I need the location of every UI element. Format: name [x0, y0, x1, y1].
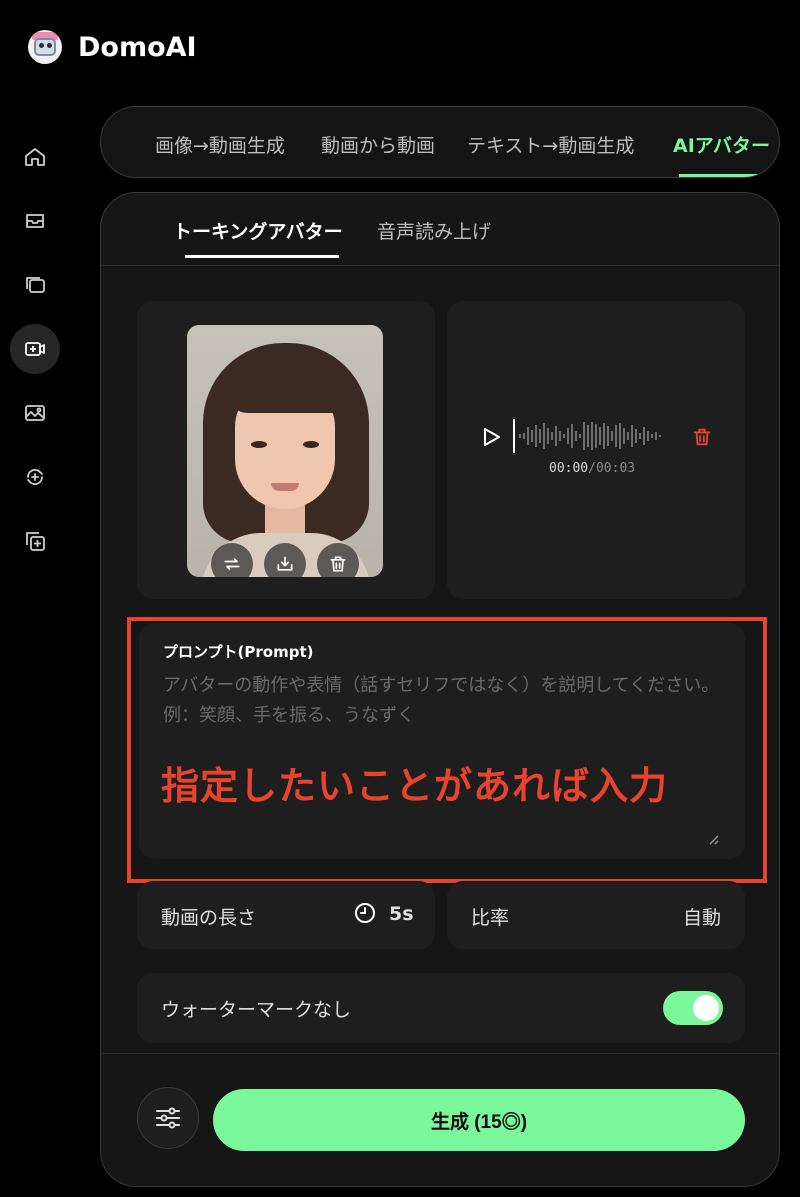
- audio-card: 00:00/00:03: [447, 301, 745, 599]
- ratio-value: 自動: [683, 907, 722, 929]
- avatar-panel: トーキングアバター 音声読み上げ 00:00/00:03 プロンプト(Promp…: [100, 192, 780, 1187]
- inbox-icon: [26, 214, 44, 228]
- active-tab-indicator: [679, 174, 763, 177]
- annotation-highlight-box: [127, 617, 767, 883]
- divider: [101, 1053, 779, 1054]
- image-icon: [25, 405, 45, 421]
- duration-label: 動画の長さ: [161, 907, 257, 929]
- subtab-voice-reading[interactable]: 音声読み上げ: [377, 217, 491, 244]
- home-icon: [25, 148, 45, 166]
- watermark-toggle[interactable]: [663, 991, 723, 1025]
- tab-text-to-video[interactable]: テキスト→動画生成: [467, 131, 634, 158]
- divider: [101, 265, 779, 266]
- sidebar-item-inbox[interactable]: [10, 196, 60, 246]
- audio-time: 00:00/00:03: [549, 461, 635, 476]
- ratio-setting[interactable]: 比率 自動: [447, 881, 745, 949]
- play-icon[interactable]: [479, 425, 503, 449]
- tab-image-to-video[interactable]: 画像→動画生成: [155, 131, 285, 158]
- toggle-knob: [693, 995, 719, 1021]
- generate-button[interactable]: 生成 (15◎): [213, 1089, 745, 1151]
- app-title[interactable]: DomoAI: [78, 32, 197, 63]
- advanced-settings-button[interactable]: [137, 1087, 199, 1149]
- layers-plus-icon: [26, 532, 45, 551]
- gallery-icon: [26, 277, 45, 293]
- app-header: DomoAI: [0, 0, 800, 100]
- watermark-setting: ウォーターマークなし: [137, 973, 745, 1043]
- sidebar-item-image[interactable]: [10, 388, 60, 438]
- sidebar-item-gallery[interactable]: [10, 260, 60, 310]
- trash-icon: [330, 556, 346, 572]
- watermark-label: ウォーターマークなし: [161, 999, 352, 1021]
- avatar-image-card: [137, 301, 435, 599]
- tab-ai-avatar[interactable]: AIアバター: [673, 131, 770, 158]
- refresh-sparkle-icon: [27, 469, 43, 485]
- delete-image-button[interactable]: [317, 543, 359, 577]
- video-avatar-icon: [25, 342, 45, 356]
- swap-icon: [224, 558, 240, 570]
- sliders-icon: [156, 1107, 180, 1129]
- save-image-button[interactable]: [264, 543, 306, 577]
- sidebar-item-ai-avatar[interactable]: [10, 324, 60, 374]
- active-subtab-indicator: [185, 255, 339, 258]
- sidebar-item-home[interactable]: [10, 132, 60, 182]
- sidebar-item-refresh[interactable]: [10, 452, 60, 502]
- duration-value: 5s: [389, 903, 414, 925]
- audio-time-separator: /: [588, 461, 596, 476]
- audio-waveform[interactable]: [513, 419, 673, 453]
- replace-image-button[interactable]: [211, 543, 253, 577]
- clock-icon: [355, 903, 375, 923]
- ratio-label: 比率: [471, 907, 510, 929]
- generate-label: 生成 (15◎): [430, 1111, 528, 1133]
- avatar-portrait-image[interactable]: [187, 325, 383, 577]
- subtab-talking-avatar[interactable]: トーキングアバター: [173, 217, 343, 244]
- robot-avatar-icon[interactable]: [28, 30, 62, 64]
- trash-icon[interactable]: [691, 425, 713, 449]
- sidebar-item-layers[interactable]: [10, 516, 60, 566]
- audio-current-time: 00:00: [549, 461, 589, 476]
- save-icon: [277, 556, 293, 571]
- tab-video-to-video[interactable]: 動画から動画: [321, 131, 435, 158]
- annotation-text: 指定したいことがあれば入力: [161, 764, 669, 808]
- mode-tab-bar: 画像→動画生成 動画から動画 テキスト→動画生成 AIアバター: [100, 106, 780, 178]
- audio-total-time: 00:03: [595, 461, 636, 476]
- duration-setting[interactable]: 動画の長さ 5s: [137, 881, 435, 949]
